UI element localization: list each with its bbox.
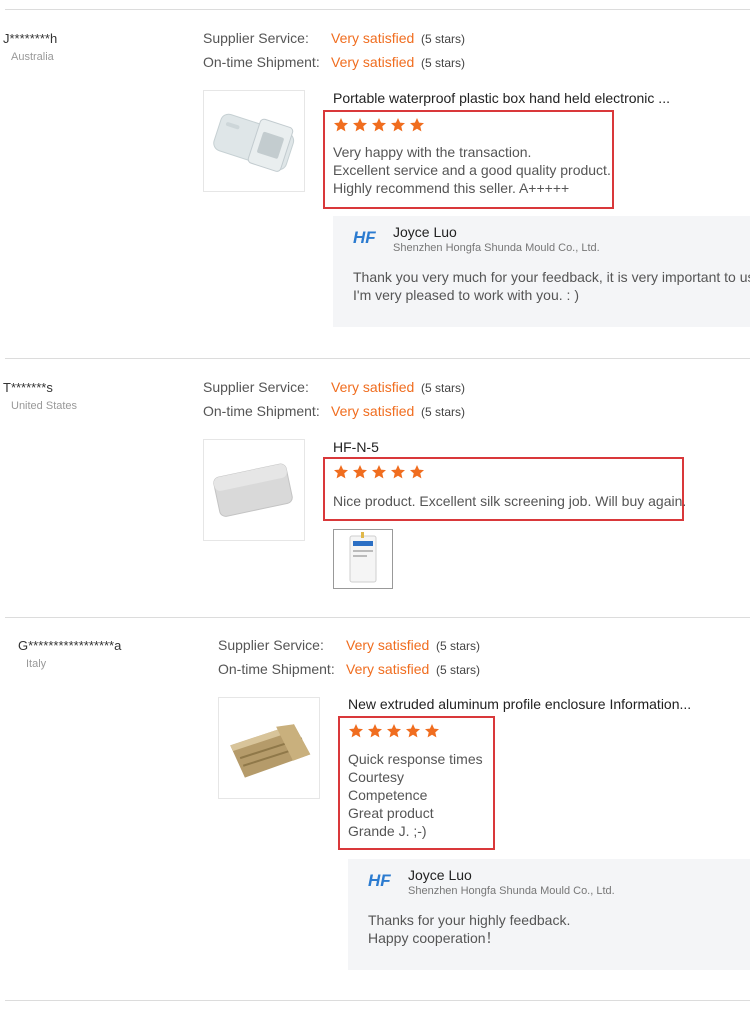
reply-line: Happy cooperation！ [368, 930, 500, 946]
svg-text:HF: HF [368, 871, 391, 889]
reply-author: Joyce Luo [408, 867, 472, 883]
star-icon [387, 724, 401, 738]
buyer-name: T*******s [3, 380, 53, 395]
review-text: Nice product. Excellent silk screening j… [333, 492, 686, 510]
review-line: Quick response times [348, 751, 483, 767]
on-time-shipment-stars: (5 stars) [436, 663, 481, 677]
review-text: Very happy with the transaction. Excelle… [333, 143, 611, 197]
supplier-service-value: Very satisfied [346, 637, 430, 653]
star-icon [391, 465, 405, 479]
product-thumbnail[interactable] [218, 697, 320, 799]
review-line: Very happy with the transaction. [333, 144, 532, 160]
divider [5, 358, 750, 359]
reply-company: Shenzhen Hongfa Shunda Mould Co., Ltd. [393, 242, 600, 254]
on-time-shipment-value: Very satisfied [331, 403, 415, 419]
company-logo-icon: HF [368, 871, 391, 889]
star-icon [353, 465, 367, 479]
star-icon [372, 118, 386, 132]
on-time-shipment-value: Very satisfied [331, 54, 415, 70]
review-line: Highly recommend this seller. A+++++ [333, 180, 570, 196]
buyer-name: G*****************a [18, 638, 122, 653]
reply-line: I'm very pleased to work with you. : ) [353, 287, 579, 303]
on-time-shipment-stars: (5 stars) [421, 405, 466, 419]
reply-line: Thank you very much for your feedback, i… [353, 269, 750, 285]
product-thumbnail[interactable] [203, 439, 305, 541]
supplier-service-label: Supplier Service: [218, 637, 324, 653]
star-icon [349, 724, 363, 738]
supplier-service-label: Supplier Service: [203, 30, 309, 46]
buyer-country: Italy [26, 658, 47, 670]
buyer-country: Australia [11, 51, 54, 63]
buyer-name: J********h [3, 31, 58, 46]
product-title-link[interactable]: New extruded aluminum profile enclosure … [348, 696, 691, 712]
star-icon [334, 465, 348, 479]
star-icon [391, 118, 405, 132]
supplier-reply: HF Joyce Luo Shenzhen Hongfa Shunda Moul… [333, 216, 750, 327]
supplier-service-label: Supplier Service: [203, 379, 309, 395]
product-thumbnail[interactable] [203, 90, 305, 192]
reply-company: Shenzhen Hongfa Shunda Mould Co., Ltd. [408, 885, 615, 897]
review-highlight-box: Very happy with the transaction. Excelle… [323, 110, 614, 209]
review-photo[interactable] [333, 529, 393, 589]
star-icon [368, 724, 382, 738]
supplier-reply: HF Joyce Luo Shenzhen Hongfa Shunda Moul… [348, 859, 750, 970]
on-time-shipment-label: On-time Shipment: [203, 54, 320, 70]
supplier-service-stars: (5 stars) [421, 32, 466, 46]
star-icon [410, 118, 424, 132]
review-line: Grande J. ;-) [348, 823, 427, 839]
divider [5, 9, 750, 10]
reply-author: Joyce Luo [393, 224, 457, 240]
supplier-service-row: Supplier Service: Very satisfied (5 star… [203, 379, 503, 399]
supplier-service-stars: (5 stars) [436, 639, 481, 653]
star-icon [372, 465, 386, 479]
product-title-link[interactable]: HF-N-5 [333, 439, 379, 455]
on-time-shipment-stars: (5 stars) [421, 56, 466, 70]
review-highlight-box: Quick response times Courtesy Competence… [338, 716, 495, 850]
review-text: Quick response times Courtesy Competence… [348, 750, 483, 840]
star-icon [425, 724, 439, 738]
rating-stars [348, 723, 440, 739]
on-time-shipment-label: On-time Shipment: [218, 661, 335, 677]
review-line: Courtesy [348, 769, 405, 785]
supplier-service-value: Very satisfied [331, 379, 415, 395]
review-highlight-box: Nice product. Excellent silk screening j… [323, 457, 686, 521]
review-line: Competence [348, 787, 428, 803]
reply-text: Thanks for your highly feedback. Happy c… [368, 911, 570, 947]
on-time-shipment-row: On-time Shipment: Very satisfied (5 star… [218, 661, 518, 681]
star-icon [353, 118, 367, 132]
review-line: Great product [348, 805, 434, 821]
star-icon [410, 465, 424, 479]
supplier-service-row: Supplier Service: Very satisfied (5 star… [203, 30, 503, 50]
on-time-shipment-row: On-time Shipment: Very satisfied (5 star… [203, 54, 503, 74]
review-line: Excellent service and a good quality pro… [333, 162, 611, 178]
supplier-service-row: Supplier Service: Very satisfied (5 star… [218, 637, 518, 657]
rating-stars [333, 464, 425, 480]
supplier-service-value: Very satisfied [331, 30, 415, 46]
rating-stars [333, 117, 425, 133]
on-time-shipment-value: Very satisfied [346, 661, 430, 677]
product-title-link[interactable]: Portable waterproof plastic box hand hel… [333, 90, 670, 106]
reply-line: Thanks for your highly feedback. [368, 912, 571, 928]
buyer-country: United States [11, 400, 78, 412]
divider [5, 1000, 750, 1001]
supplier-service-stars: (5 stars) [421, 381, 466, 395]
on-time-shipment-label: On-time Shipment: [203, 403, 320, 419]
divider [5, 617, 750, 618]
reply-text: Thank you very much for your feedback, i… [353, 268, 750, 304]
svg-text:HF: HF [353, 228, 376, 246]
on-time-shipment-row: On-time Shipment: Very satisfied (5 star… [203, 403, 503, 423]
star-icon [334, 118, 348, 132]
star-icon [406, 724, 420, 738]
review-line: Nice product. Excellent silk screening j… [333, 493, 687, 509]
company-logo-icon: HF [353, 228, 376, 246]
